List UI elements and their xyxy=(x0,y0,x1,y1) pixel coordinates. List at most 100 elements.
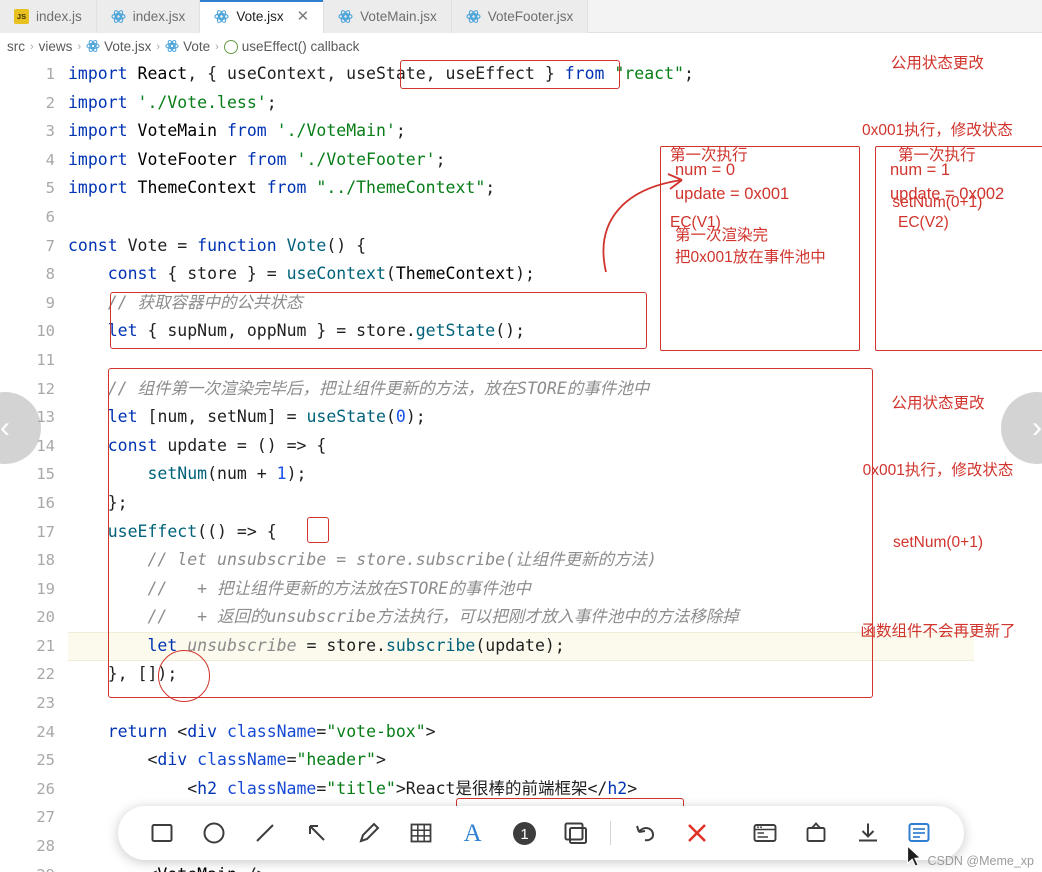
annotation-line: num = 1 xyxy=(890,161,951,179)
ellipse-tool[interactable] xyxy=(188,807,240,859)
undo-button[interactable] xyxy=(619,807,671,859)
line-number: 5 xyxy=(45,179,55,198)
code-line-20: // + 返回的unsubscribe方法执行，可以把刚才放入事件池中的方法移除… xyxy=(147,607,739,627)
tab-label: VoteFooter.jsx xyxy=(487,9,574,24)
annotation-line: 0x001执行，修改状态 xyxy=(862,462,1014,480)
chevron-right-icon: › xyxy=(1032,411,1042,444)
tab-index-js[interactable]: JS index.js xyxy=(0,0,97,33)
code-line-17: useEffect(() => { xyxy=(107,521,277,541)
annotation-line: update = 0x002 xyxy=(890,184,1005,203)
table-tool[interactable] xyxy=(395,807,447,859)
line-number: 25 xyxy=(36,751,55,770)
pin-tool[interactable] xyxy=(791,807,843,859)
close-icon[interactable]: ✕ xyxy=(297,9,310,24)
breadcrumb-item-src[interactable]: src xyxy=(7,39,25,54)
code-line-19: // + 把让组件更新的方法放在STORE的事件池中 xyxy=(147,578,531,598)
tab-label: VoteMain.jsx xyxy=(360,9,437,24)
chevron-right-icon: › xyxy=(77,40,82,53)
jsx-file-icon xyxy=(338,9,353,24)
line-number: 27 xyxy=(36,808,55,827)
tab-index-jsx[interactable]: index.jsx xyxy=(96,0,201,33)
code-line-9: // 获取容器中的公共状态 xyxy=(107,292,303,312)
shadow-frame-tool[interactable] xyxy=(550,807,602,859)
annotation-line: update = 0x001 xyxy=(675,184,790,203)
breadcrumb-item-callback[interactable]: useEffect() callback xyxy=(223,39,360,54)
code-line-29: <VoteMain /> xyxy=(68,861,739,872)
line-tool[interactable] xyxy=(240,807,292,859)
tab-label: Vote.jsx xyxy=(236,9,284,24)
code-line-16: }; xyxy=(68,492,128,512)
function-icon xyxy=(223,39,238,54)
line-number: 22 xyxy=(36,665,55,684)
arrow-tool[interactable] xyxy=(291,807,343,859)
code-line-14: const update = () => { xyxy=(107,435,327,455)
jsx-file-icon xyxy=(86,39,100,54)
tab-label: index.js xyxy=(36,9,82,24)
code-line-25: <div className="header"> xyxy=(68,750,386,770)
line-number: 2 xyxy=(45,93,55,112)
line-number: 24 xyxy=(36,722,55,741)
breadcrumb-callback-label: useEffect() callback xyxy=(241,39,360,54)
pen-tool[interactable] xyxy=(343,807,395,859)
line-number: 18 xyxy=(36,551,55,570)
annotation-toolbar[interactable]: A 1 xyxy=(118,806,964,860)
sticker-window-tool[interactable] xyxy=(739,807,791,859)
code-line-18: // let unsubscribe = store.subscribe(让组件… xyxy=(147,550,657,570)
annotation-ec2-box: num = 1 update = 0x002 xyxy=(875,146,1042,351)
annotation-ec1-box: num = 0 update = 0x001 第一次渲染完 把0x001放在事件… xyxy=(660,146,860,351)
tab-votefooter-jsx[interactable]: VoteFooter.jsx xyxy=(451,0,589,33)
annotation-line: num = 0 xyxy=(675,161,736,179)
line-number: 10 xyxy=(36,322,55,341)
line-number: 16 xyxy=(36,493,55,512)
code-line-24: return <div className="vote-box"> xyxy=(107,721,436,741)
line-number: 11 xyxy=(36,350,55,369)
rectangle-tool[interactable] xyxy=(136,807,188,859)
text-tool-label: A xyxy=(463,819,482,847)
chevron-right-icon: › xyxy=(156,40,161,53)
jsx-file-icon xyxy=(466,9,481,24)
code-line-10: let { supNum, oppNum } = store.getState(… xyxy=(107,321,526,341)
chevron-right-icon: › xyxy=(30,40,34,53)
code-line-26: <h2 className="title">React是很棒的前端框架</h2> xyxy=(68,778,638,798)
breadcrumb-item-component[interactable]: Vote xyxy=(165,39,210,54)
line-number: 7 xyxy=(45,236,55,255)
code-line-2: import './Vote.less'; xyxy=(68,92,277,112)
line-number: 17 xyxy=(36,522,55,541)
code-line-12: // 组件第一次渲染完毕后，把让组件更新的方法，放在STORE的事件池中 xyxy=(107,378,650,398)
toolbar-divider xyxy=(610,821,612,845)
line-number: 26 xyxy=(36,779,55,798)
jsx-file-icon xyxy=(214,9,229,24)
tab-vote-jsx[interactable]: Vote.jsx ✕ xyxy=(200,0,325,33)
tab-votemain-jsx[interactable]: VoteMain.jsx xyxy=(324,0,452,33)
line-number: 20 xyxy=(36,608,55,627)
screenshot-root: JS index.js index.jsx Vote.jsx ✕ VoteMai… xyxy=(0,0,1042,872)
line-number: 6 xyxy=(45,207,55,226)
line-number: 15 xyxy=(36,465,55,484)
annotation-line: 第一次渲染完 xyxy=(675,226,769,244)
breadcrumb-item-views[interactable]: views xyxy=(39,39,73,54)
breadcrumb-file-label: Vote.jsx xyxy=(104,39,152,54)
annotation-line: 公用状态更改 xyxy=(890,54,984,72)
close-button[interactable] xyxy=(671,807,723,859)
annotation-mid-right: 公用状态更改 0x001执行，修改状态 setNum(0+1) 函数组件不会再更… xyxy=(838,348,1038,689)
js-file-icon: JS xyxy=(14,9,29,24)
line-number: 28 xyxy=(36,837,55,856)
code-line-13: let [num, setNum] = useState(0); xyxy=(107,407,426,427)
annotation-line: 函数组件不会再更新了 xyxy=(860,623,1016,641)
watermark: CSDN @Meme_xp xyxy=(927,854,1034,868)
line-number: 23 xyxy=(36,694,55,713)
annotation-line: 把0x001放在事件池中 xyxy=(675,249,826,267)
breadcrumb-item-file[interactable]: Vote.jsx xyxy=(86,39,151,54)
code-line-21: let unsubscribe = store.subscribe(update… xyxy=(147,635,565,655)
line-number: 8 xyxy=(45,265,55,284)
step-number-tool[interactable]: 1 xyxy=(499,807,551,859)
text-tool[interactable]: A xyxy=(447,807,499,859)
download-button[interactable] xyxy=(842,807,894,859)
line-number: 1 xyxy=(45,65,55,83)
breadcrumb-component-label: Vote xyxy=(183,39,211,54)
line-number-gutter: 1 2 3 4 5 6 7 8 9 10 11 12 13 14 15 16 1… xyxy=(0,60,68,872)
code-line-22: }, []); xyxy=(68,664,178,684)
